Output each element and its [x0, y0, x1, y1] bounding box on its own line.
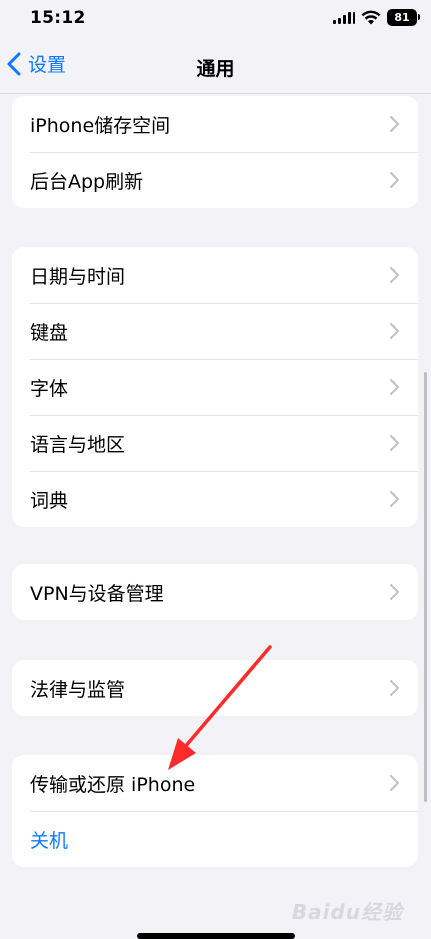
list-item-transfer-reset-iphone[interactable]: 传输或还原 iPhone	[12, 755, 418, 811]
list-item-label: 键盘	[30, 321, 69, 344]
chevron-right-icon	[389, 583, 400, 601]
chevron-right-icon	[389, 679, 400, 697]
legal-group: 法律与监管	[12, 660, 418, 716]
list-item-legal-regulatory[interactable]: 法律与监管	[12, 660, 418, 716]
cellular-signal-icon	[333, 11, 355, 24]
list-item-background-app-refresh[interactable]: 后台App刷新	[12, 152, 418, 208]
list-item-label: iPhone储存空间	[30, 114, 171, 137]
list-item-label: 字体	[30, 377, 69, 400]
list-item-label: 词典	[30, 489, 69, 512]
navigation-bar: 设置 通用	[0, 36, 431, 94]
list-item-fonts[interactable]: 字体	[12, 359, 418, 415]
locale-group: 日期与时间 键盘 字体 语言与地区 词典	[12, 247, 418, 527]
list-item-label: 后台App刷新	[30, 170, 144, 193]
reset-group: 传输或还原 iPhone 关机	[12, 755, 418, 867]
chevron-right-icon	[389, 774, 400, 792]
wifi-icon	[361, 10, 381, 25]
shutdown-label: 关机	[30, 829, 69, 852]
list-item-keyboard[interactable]: 键盘	[12, 303, 418, 359]
status-bar: 15:12 81	[0, 0, 431, 36]
baidu-watermark: Baidu经验	[291, 900, 403, 924]
list-item-dictionary[interactable]: 词典	[12, 471, 418, 527]
chevron-right-icon	[389, 434, 400, 452]
list-item-label: VPN与设备管理	[30, 582, 164, 605]
list-item-label: 日期与时间	[30, 265, 126, 288]
status-icons: 81	[333, 9, 420, 26]
scroll-indicator[interactable]	[424, 372, 427, 802]
list-item-iphone-storage[interactable]: iPhone储存空间	[12, 96, 418, 152]
list-item-label: 法律与监管	[30, 678, 126, 701]
vpn-group: VPN与设备管理	[12, 564, 418, 620]
status-time: 15:12	[30, 8, 86, 28]
list-item-date-time[interactable]: 日期与时间	[12, 247, 418, 303]
storage-group: iPhone储存空间 后台App刷新	[12, 96, 418, 208]
chevron-right-icon	[389, 490, 400, 508]
home-indicator[interactable]	[137, 933, 295, 939]
chevron-right-icon	[389, 115, 400, 133]
list-item-label: 传输或还原 iPhone	[30, 773, 196, 796]
chevron-right-icon	[389, 322, 400, 340]
chevron-right-icon	[389, 378, 400, 396]
chevron-right-icon	[389, 266, 400, 284]
list-item-vpn-device-management[interactable]: VPN与设备管理	[12, 564, 418, 620]
shutdown-button[interactable]: 关机	[12, 811, 418, 867]
battery-icon: 81	[387, 9, 420, 26]
page-title: 通用	[196, 58, 235, 80]
chevron-right-icon	[389, 171, 400, 189]
list-item-label: 语言与地区	[30, 433, 126, 456]
list-item-language-region[interactable]: 语言与地区	[12, 415, 418, 471]
